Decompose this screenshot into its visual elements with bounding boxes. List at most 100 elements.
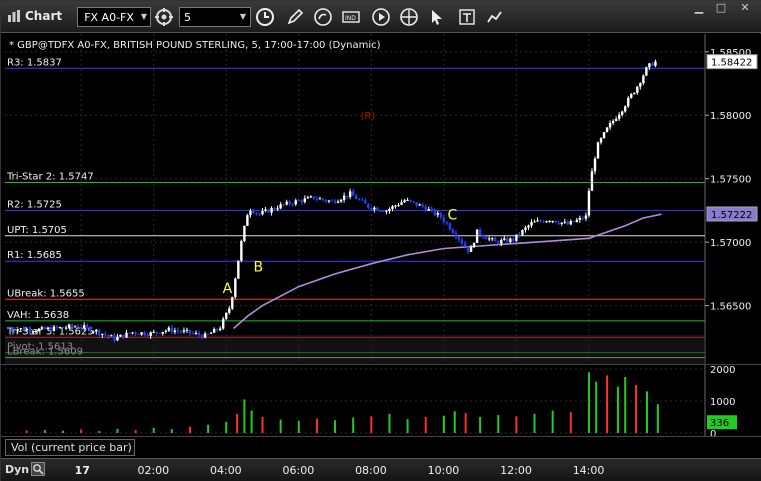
candle-body — [342, 195, 346, 200]
candle-body — [515, 234, 518, 241]
candle-body — [98, 329, 101, 335]
candle-body — [518, 234, 521, 236]
volume-bar — [116, 428, 119, 433]
candle-body — [633, 92, 636, 95]
volume-label-bar: Vol (current price bar) — [1, 436, 761, 458]
candle-body — [385, 210, 388, 212]
candle-body — [330, 200, 334, 202]
volume-bar — [370, 416, 373, 433]
candle-body — [70, 324, 74, 327]
volume-bar — [388, 413, 391, 433]
magnifier-icon[interactable] — [31, 462, 45, 476]
candle-body — [179, 331, 183, 333]
candle-body — [448, 223, 452, 230]
candle-body — [333, 200, 337, 203]
symbol-input[interactable]: FX A0-FX ▼ — [77, 7, 151, 27]
candle-body — [273, 208, 276, 210]
volume-bar — [279, 419, 282, 433]
candle-body — [530, 221, 533, 226]
x-tick-label: 08:00 — [355, 464, 387, 477]
candle-body — [557, 222, 560, 224]
clock-icon[interactable] — [255, 7, 275, 27]
candle-body — [306, 197, 310, 199]
indicator-icon[interactable]: IND — [341, 7, 361, 27]
volume-bar — [250, 410, 253, 433]
volume-bar — [25, 430, 28, 433]
candle-body — [463, 243, 467, 247]
cursor-icon[interactable] — [427, 7, 447, 27]
candle-body — [303, 198, 307, 203]
candle-body — [602, 132, 606, 139]
chart-settings-icon[interactable] — [485, 7, 505, 27]
candle-body — [527, 225, 530, 228]
time-axis[interactable]: Dyn 17 02:00 04:00 06:00 08:00 10:00 12:00 14:0… — [1, 458, 761, 481]
candle-body — [209, 332, 213, 334]
candle-body — [194, 332, 198, 334]
candle-body — [497, 241, 500, 244]
volume-chart[interactable]: 2000 1000 0 336 — [1, 364, 761, 437]
minimize-icon[interactable]: ▁ — [691, 2, 707, 15]
maximize-icon[interactable]: □ — [713, 2, 729, 15]
volume-bar — [606, 375, 609, 433]
candle-body — [279, 204, 282, 209]
text-icon[interactable] — [457, 7, 477, 27]
volume-y-tick-label: 1000 — [710, 397, 735, 408]
pencil-icon[interactable] — [285, 7, 305, 27]
candle-body — [630, 94, 633, 98]
candle-body — [418, 204, 421, 206]
candle-body — [639, 83, 642, 87]
candle-body — [590, 171, 594, 191]
volume-study-label[interactable]: Vol (current price bar) — [5, 439, 135, 456]
candle-body — [297, 200, 300, 202]
candle-body — [336, 201, 340, 203]
volume-bar — [334, 420, 337, 433]
candle-body — [22, 328, 25, 331]
candle-body — [617, 114, 621, 119]
candle-body — [358, 199, 361, 201]
candle-body — [203, 333, 207, 338]
candle-body — [264, 209, 267, 211]
candle-body — [584, 215, 588, 219]
level-label: Tri-Star 2: 1.5747 — [6, 172, 94, 183]
candle-body — [82, 325, 86, 328]
play-icon[interactable] — [371, 7, 391, 27]
refresh-icon[interactable] — [313, 7, 333, 27]
candle-body — [494, 238, 497, 242]
value-area-band — [5, 334, 705, 364]
chevron-down-icon[interactable]: ▼ — [141, 12, 147, 21]
candle-body — [321, 198, 325, 200]
candle-body — [472, 242, 476, 248]
candle-body — [436, 213, 440, 215]
candle-body — [391, 206, 394, 209]
candle-body — [481, 235, 485, 238]
close-icon[interactable]: ✕ — [737, 2, 753, 15]
candle-body — [164, 330, 167, 332]
candle-body — [173, 330, 177, 333]
chart-annotation: C — [447, 207, 457, 223]
volume-chart-svg[interactable]: 200010000336 — [1, 365, 761, 437]
candle-body — [433, 209, 436, 215]
x-tick-label: 06:00 — [282, 464, 315, 477]
candle-body — [324, 199, 328, 202]
candle-body — [25, 328, 28, 331]
candle-body — [351, 191, 355, 196]
candle-body — [348, 191, 352, 197]
volume-bar — [207, 424, 210, 433]
price-chart[interactable]: * GBP@TDFX A0-FX, BRITISH POUND STERLING… — [1, 34, 761, 364]
period-select[interactable]: 5 ▼ — [179, 7, 251, 27]
volume-bar — [62, 430, 65, 433]
dyn-label[interactable]: Dyn — [5, 463, 29, 476]
crosshair-icon[interactable] — [399, 7, 419, 27]
chain-link-icon[interactable] — [154, 7, 174, 27]
candle-body — [345, 195, 349, 197]
candle-body — [430, 208, 433, 210]
candle-body — [478, 229, 482, 236]
volume-bar — [98, 431, 101, 433]
chevron-down-icon[interactable]: ▼ — [240, 12, 246, 21]
volume-bar — [497, 415, 500, 433]
candle-body — [140, 332, 143, 335]
candle-body — [225, 312, 228, 319]
candle-body — [146, 335, 149, 337]
price-chart-svg[interactable]: * GBP@TDFX A0-FX, BRITISH POUND STERLING… — [1, 34, 761, 364]
candle-body — [394, 205, 397, 207]
